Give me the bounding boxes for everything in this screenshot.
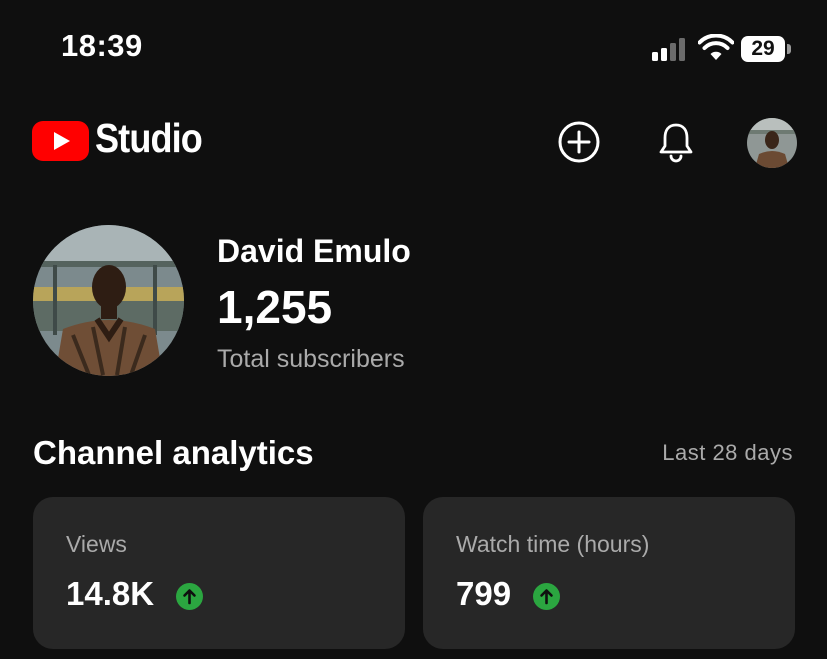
app-header: Studio bbox=[0, 105, 827, 180]
analytics-period[interactable]: Last 28 days bbox=[662, 440, 793, 466]
views-label: Views bbox=[66, 531, 127, 557]
status-time: 18:39 bbox=[61, 28, 143, 63]
subscriber-label: Total subscribers bbox=[217, 345, 405, 373]
profile-avatar[interactable] bbox=[747, 118, 797, 168]
watch-time-label: Watch time (hours) bbox=[456, 531, 650, 557]
battery-level: 29 bbox=[751, 37, 775, 60]
cellular-signal-icon bbox=[652, 38, 685, 61]
trend-up-icon bbox=[533, 583, 560, 610]
watch-time-value: 799 bbox=[456, 575, 512, 612]
trend-up-icon bbox=[176, 583, 203, 610]
notifications-bell-icon bbox=[659, 123, 693, 163]
channel-summary: David Emulo 1,255 Total subscribers bbox=[0, 220, 827, 390]
status-bar: 18:39 29 bbox=[0, 0, 827, 100]
wifi-icon bbox=[698, 34, 734, 60]
subscriber-count: 1,255 bbox=[217, 281, 333, 333]
analytics-title: Channel analytics bbox=[33, 434, 314, 471]
views-card[interactable]: Views 14.8K bbox=[33, 497, 405, 649]
create-plus-icon bbox=[558, 121, 600, 163]
studio-logo-text: Studio bbox=[95, 115, 203, 161]
views-value: 14.8K bbox=[66, 575, 155, 612]
youtube-logo-icon[interactable] bbox=[32, 121, 89, 161]
notifications-button[interactable] bbox=[653, 119, 699, 165]
channel-name: David Emulo bbox=[217, 233, 411, 269]
channel-avatar[interactable] bbox=[33, 225, 184, 376]
watch-time-card[interactable]: Watch time (hours) 799 bbox=[423, 497, 795, 649]
battery-icon: 29 bbox=[741, 36, 793, 64]
create-button[interactable] bbox=[556, 119, 602, 165]
